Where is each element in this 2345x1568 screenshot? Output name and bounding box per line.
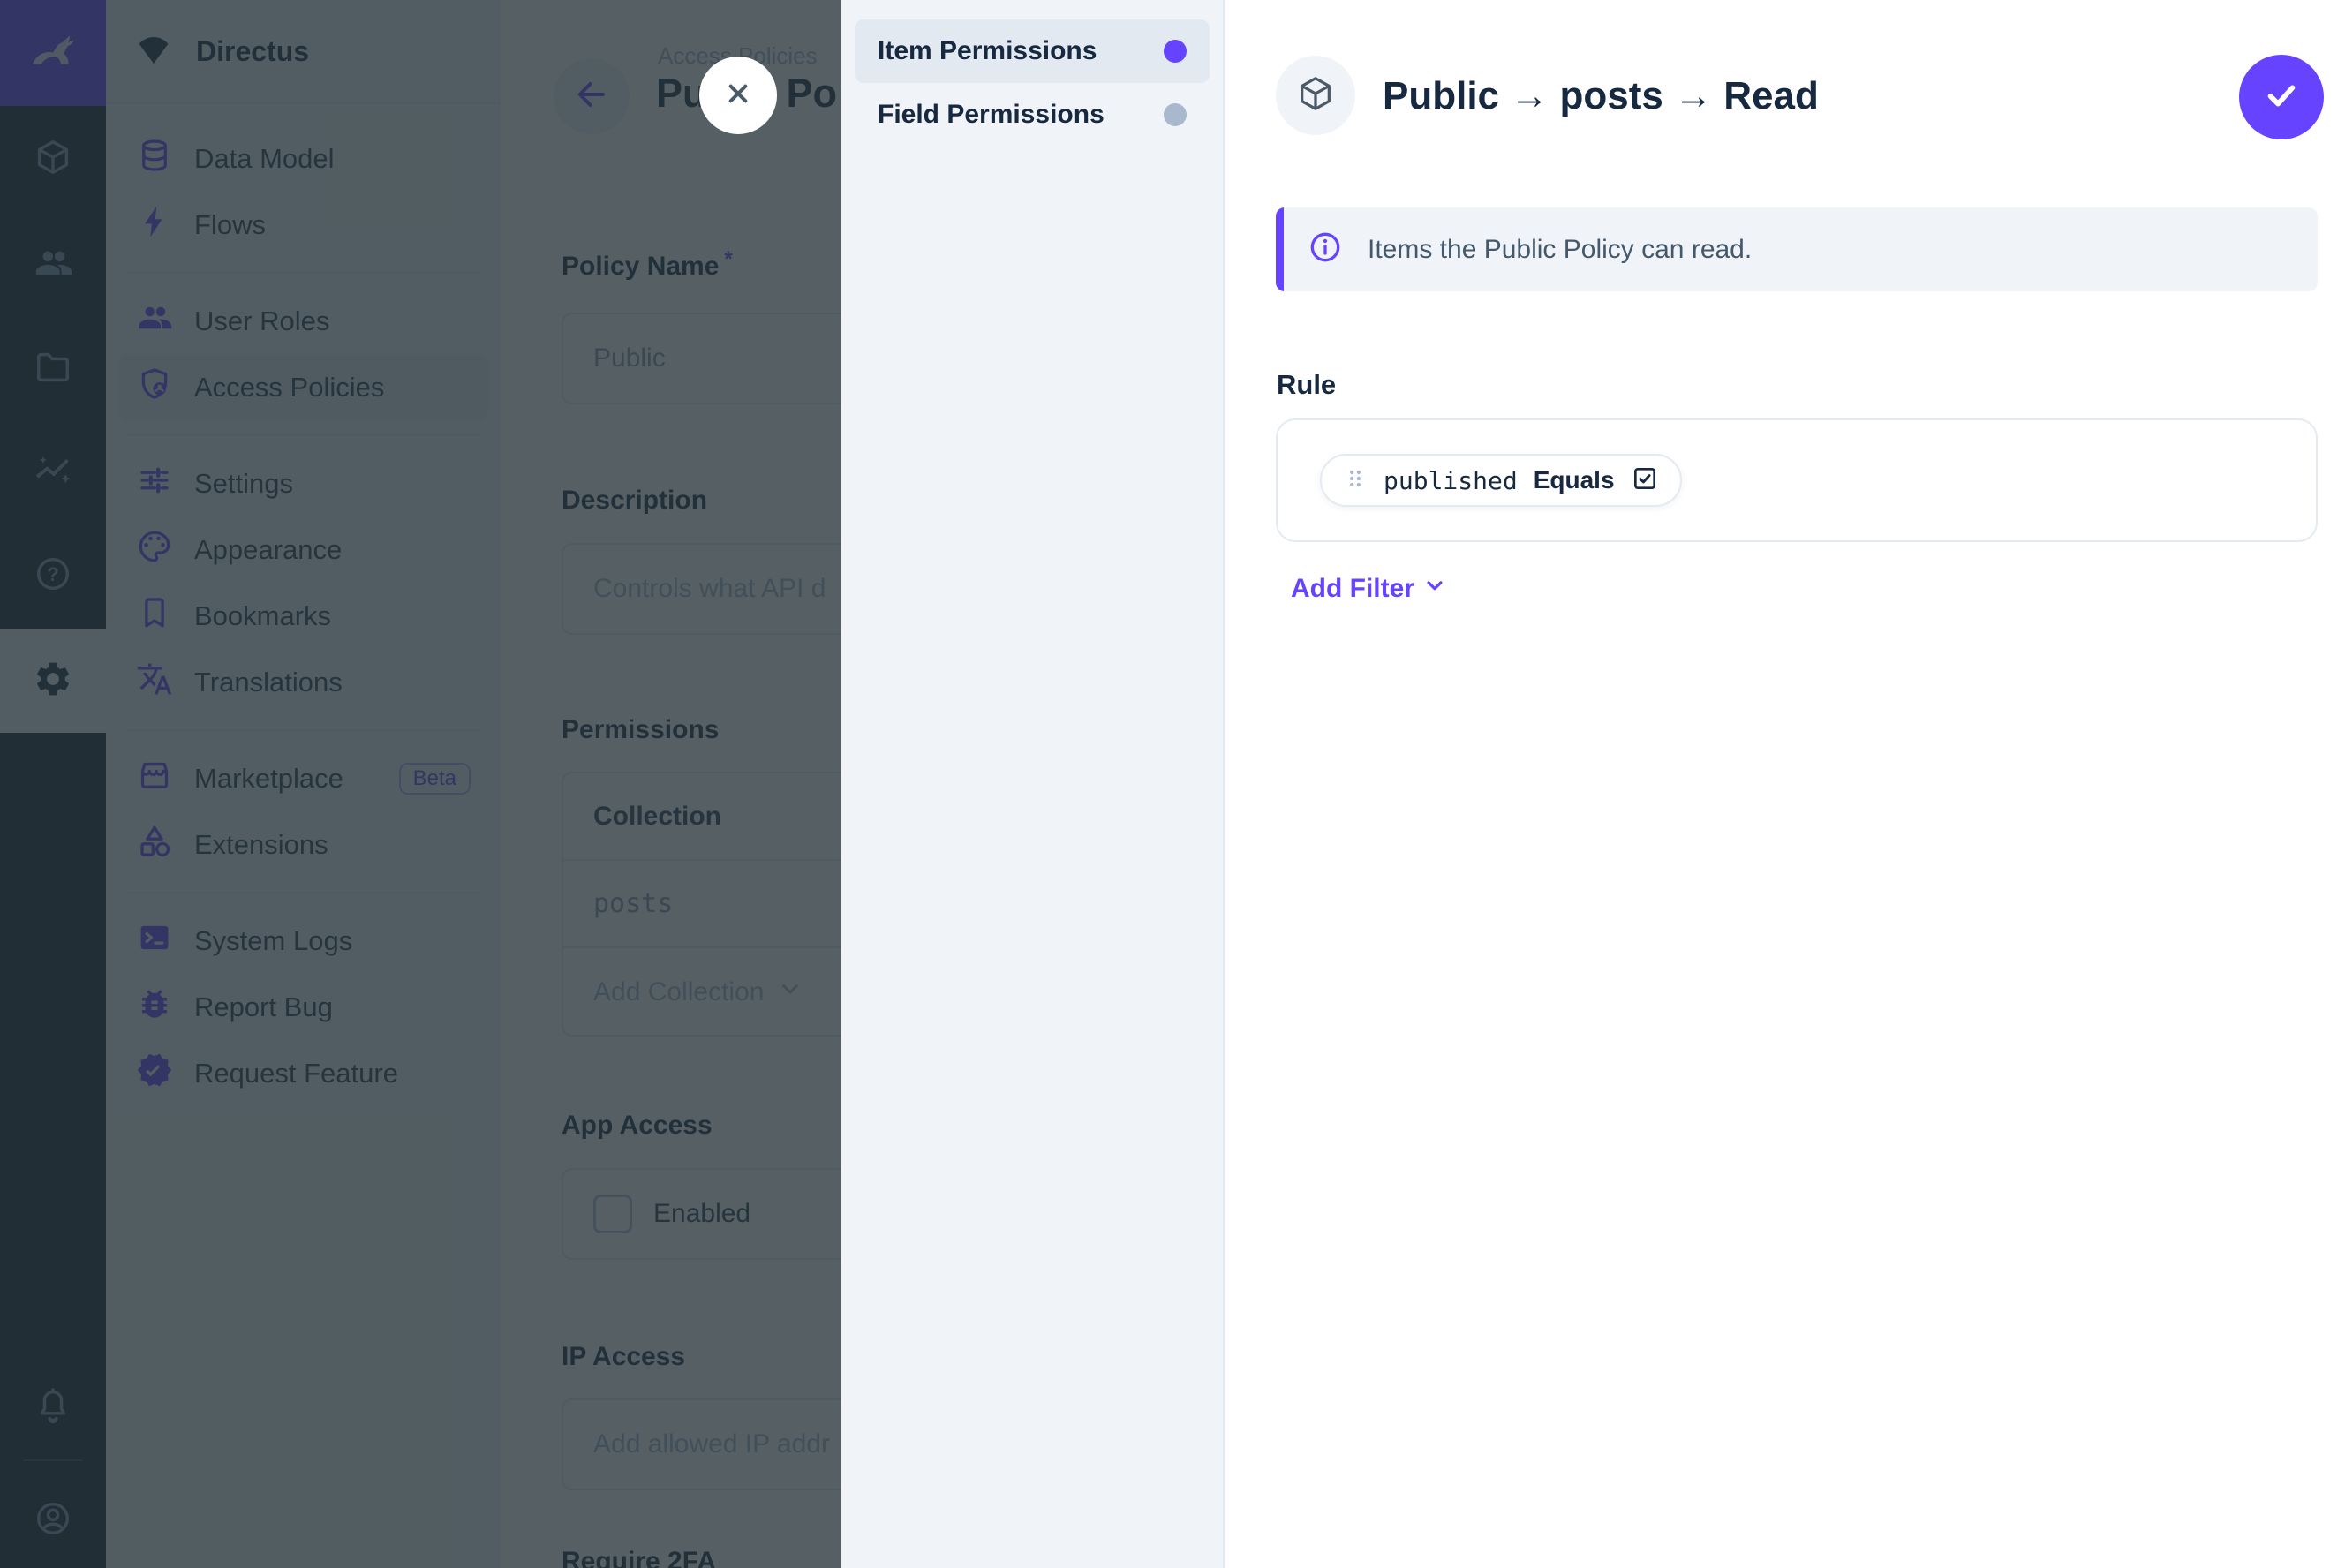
- permissions-drawer: Item Permissions Field Permissions Publi…: [841, 0, 2345, 1568]
- rule-filter-box: published Equals: [1276, 418, 2318, 542]
- add-filter-label: Add Filter: [1291, 574, 1414, 604]
- drawer-main: Public → posts → Read Items the Public P…: [1225, 0, 2345, 1568]
- save-button[interactable]: [2239, 55, 2324, 139]
- status-dot-active: [1164, 40, 1187, 63]
- status-dot-inactive: [1164, 103, 1187, 126]
- check-icon: [2261, 75, 2302, 120]
- drawer-nav-label: Field Permissions: [878, 100, 1105, 130]
- box-icon: [1295, 73, 1336, 118]
- drawer-header-avatar: [1276, 56, 1355, 135]
- close-icon: [720, 76, 756, 116]
- close-drawer-button[interactable]: [699, 57, 777, 134]
- filter-chip[interactable]: published Equals: [1320, 454, 1682, 507]
- filter-field-name[interactable]: published: [1384, 466, 1518, 495]
- add-filter-button[interactable]: Add Filter: [1291, 572, 1448, 606]
- drawer-nav: Item Permissions Field Permissions: [841, 0, 1225, 1568]
- notice-accent-bar: [1276, 207, 1284, 291]
- drag-handle-icon[interactable]: [1343, 466, 1368, 495]
- rule-label: Rule: [1277, 369, 1336, 401]
- tab-item-permissions[interactable]: Item Permissions: [855, 19, 1210, 83]
- info-notice: Items the Public Policy can read.: [1276, 207, 2318, 291]
- info-icon: [1308, 230, 1343, 269]
- directus-app: ? Directus Data Model Flows: [0, 0, 2345, 1568]
- chevron-down-icon: [1421, 572, 1448, 606]
- notice-text: Items the Public Policy can read.: [1368, 235, 1752, 265]
- checked-checkbox-icon[interactable]: [1631, 464, 1659, 497]
- drawer-title: Public → posts → Read: [1383, 74, 1819, 118]
- tab-field-permissions[interactable]: Field Permissions: [855, 83, 1210, 147]
- filter-operator[interactable]: Equals: [1534, 466, 1615, 494]
- drawer-nav-label: Item Permissions: [878, 36, 1097, 66]
